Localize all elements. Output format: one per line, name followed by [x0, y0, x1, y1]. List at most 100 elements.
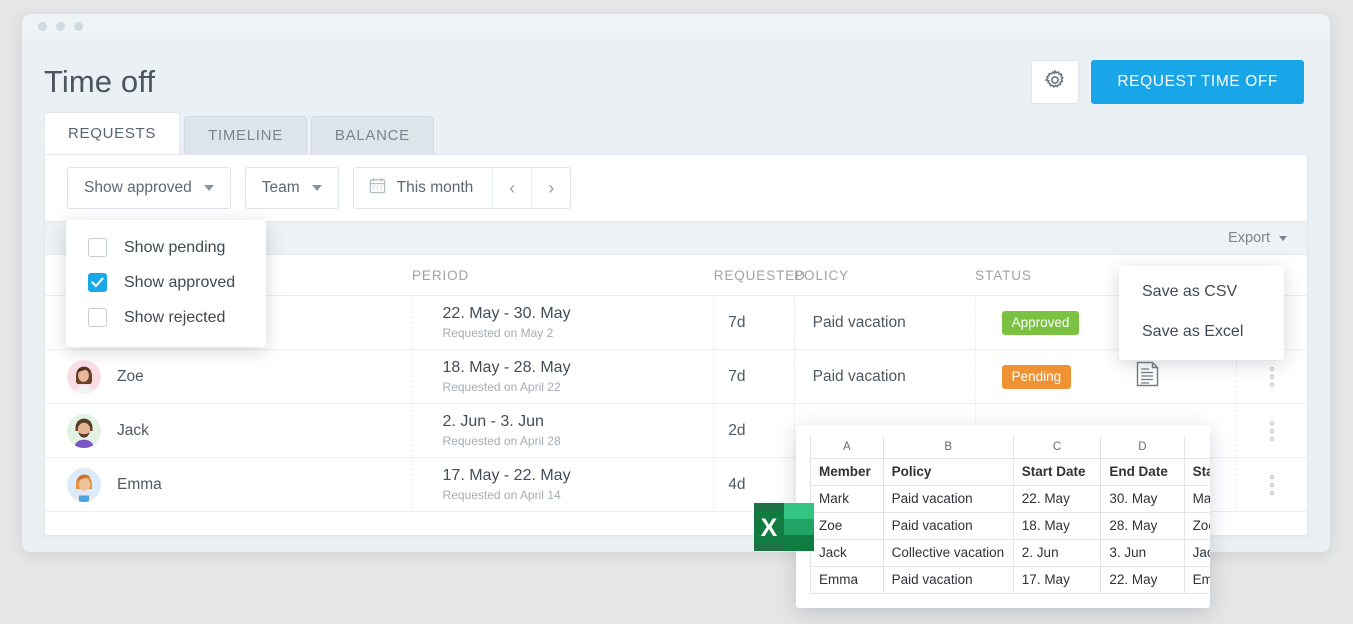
svg-text:X: X [761, 514, 778, 542]
col-period: PERIOD [412, 255, 714, 296]
avatar [67, 467, 101, 502]
filter-option-approved[interactable]: Show approved [66, 265, 266, 300]
tab-balance[interactable]: BALANCE [310, 116, 434, 154]
tab-requests[interactable]: REQUESTS [44, 112, 181, 154]
chevron-down-icon [311, 185, 322, 191]
filter-option-label: Show rejected [124, 308, 226, 326]
row-actions-menu[interactable] [1237, 366, 1307, 387]
requested-days: 7d [713, 295, 795, 350]
checkbox-unchecked-icon[interactable] [88, 238, 107, 257]
excel-data-row: Zoe Paid vacation 18. May 28. May Zoe [810, 511, 1210, 540]
period-range: 18. May - 28. May [442, 358, 571, 376]
export-label: Export [1228, 230, 1270, 246]
period-range: 17. May - 22. May [442, 466, 571, 484]
excel-cell-end: 22. May [1100, 565, 1185, 594]
page-header: Time off REQUEST TIME OFF [22, 38, 1330, 112]
checkbox-checked-icon[interactable] [88, 273, 107, 292]
excel-col-letter-a: A [810, 436, 884, 459]
window-close-dot[interactable] [38, 21, 47, 31]
excel-cell-policy: Collective vacation [882, 538, 1014, 567]
excel-cell-status: Em [1183, 565, 1210, 594]
excel-cell-status: Jac [1183, 538, 1210, 567]
filter-option-label: Show pending [124, 238, 226, 256]
filter-option-label: Show approved [124, 273, 236, 291]
excel-header-start-date: Start Date [1012, 457, 1102, 486]
member-name: Jack [117, 421, 149, 439]
chevron-down-icon [1279, 235, 1287, 241]
excel-cell-member: Emma [810, 565, 884, 594]
date-prev-button[interactable]: ‹ [492, 168, 531, 208]
excel-col-letter-c: C [1012, 436, 1102, 459]
table-row[interactable]: Zoe 18. May - 28. May Requested on April… [45, 349, 1307, 404]
export-save-as-csv[interactable]: Save as CSV [1119, 272, 1284, 312]
excel-cell-member: Mark [810, 484, 884, 513]
filter-option-rejected[interactable]: Show rejected [66, 300, 266, 335]
team-filter-dropdown[interactable]: Team [244, 167, 339, 209]
date-next-button[interactable]: › [531, 168, 570, 208]
date-range-label: This month [396, 179, 474, 196]
policy-name: Paid vacation [793, 295, 976, 350]
row-actions-menu[interactable] [1237, 474, 1307, 495]
checkbox-unchecked-icon[interactable] [88, 308, 107, 327]
requested-on: Requested on April 22 [442, 380, 561, 395]
chevron-left-icon: ‹ [509, 178, 516, 198]
excel-cell-policy: Paid vacation [882, 484, 1014, 513]
excel-header-member: Member [810, 457, 884, 486]
period-range: 22. May - 30. May [442, 304, 571, 322]
export-dropdown-button[interactable]: Export [1228, 230, 1287, 246]
team-filter-label: Team [261, 179, 300, 196]
chevron-down-icon [203, 185, 214, 191]
excel-cell-end: 30. May [1100, 484, 1185, 513]
request-time-off-button[interactable]: REQUEST TIME OFF [1091, 60, 1304, 104]
excel-cell-start: 18. May [1012, 511, 1102, 540]
filter-option-pending[interactable]: Show pending [66, 230, 266, 265]
page-title: Time off [44, 64, 156, 99]
date-range-button[interactable]: This month [354, 168, 493, 208]
tab-timeline[interactable]: TIMELINE [184, 116, 307, 154]
excel-cell-member: Jack [810, 538, 884, 567]
window-titlebar [22, 14, 1330, 38]
window-maximize-dot[interactable] [74, 21, 83, 31]
member-cell: Emma [67, 467, 412, 502]
avatar [67, 413, 101, 448]
export-menu: Save as CSV Save as Excel [1119, 266, 1284, 360]
settings-button[interactable] [1031, 60, 1080, 104]
calendar-icon [369, 177, 386, 199]
document-icon[interactable] [1136, 361, 1159, 391]
excel-data-row: Jack Collective vacation 2. Jun 3. Jun J… [810, 538, 1210, 567]
excel-col-letter-e [1183, 436, 1210, 459]
window-minimize-dot[interactable] [56, 21, 65, 31]
tab-bar: REQUESTS TIMELINE BALANCE [22, 112, 1330, 154]
excel-col-letter-d: D [1100, 436, 1185, 459]
excel-cell-end: 3. Jun [1100, 538, 1185, 567]
col-status: STATUS [975, 255, 1137, 296]
requested-on: Requested on May 2 [442, 326, 554, 341]
excel-data-row: Emma Paid vacation 17. May 22. May Em [810, 565, 1210, 594]
member-name: Emma [117, 475, 162, 493]
excel-data-row: Mark Paid vacation 22. May 30. May Ma [810, 484, 1210, 513]
excel-header-row: Member Policy Start Date End Date Sta [810, 457, 1210, 486]
excel-cell-status: Zoe [1183, 511, 1210, 540]
date-range-control: This month ‹ › [352, 167, 572, 209]
excel-header-status: Sta [1183, 457, 1210, 486]
excel-cell-member: Zoe [810, 511, 884, 540]
member-cell: Zoe [67, 359, 412, 394]
gear-icon [1043, 68, 1067, 97]
excel-cell-start: 2. Jun [1012, 538, 1102, 567]
excel-cell-status: Ma [1183, 484, 1210, 513]
member-name: Zoe [117, 367, 144, 385]
status-filter-dropdown[interactable]: Show approved [67, 167, 231, 209]
policy-name: Paid vacation [793, 349, 976, 404]
requested-on: Requested on April 14 [442, 488, 561, 503]
export-save-as-excel[interactable]: Save as Excel [1119, 312, 1284, 352]
excel-cell-end: 28. May [1100, 511, 1185, 540]
row-actions-menu[interactable] [1237, 420, 1307, 441]
status-filter-menu: Show pending Show approved Show rejected [66, 220, 266, 347]
col-policy: POLICY [794, 255, 976, 296]
requested-days: 2d [713, 403, 795, 458]
status-badge: Pending [1001, 364, 1072, 389]
excel-header-policy: Policy [882, 457, 1014, 486]
excel-column-letters-row: A B C D [810, 436, 1210, 459]
chevron-right-icon: › [548, 178, 555, 198]
member-cell: Jack [67, 413, 412, 448]
